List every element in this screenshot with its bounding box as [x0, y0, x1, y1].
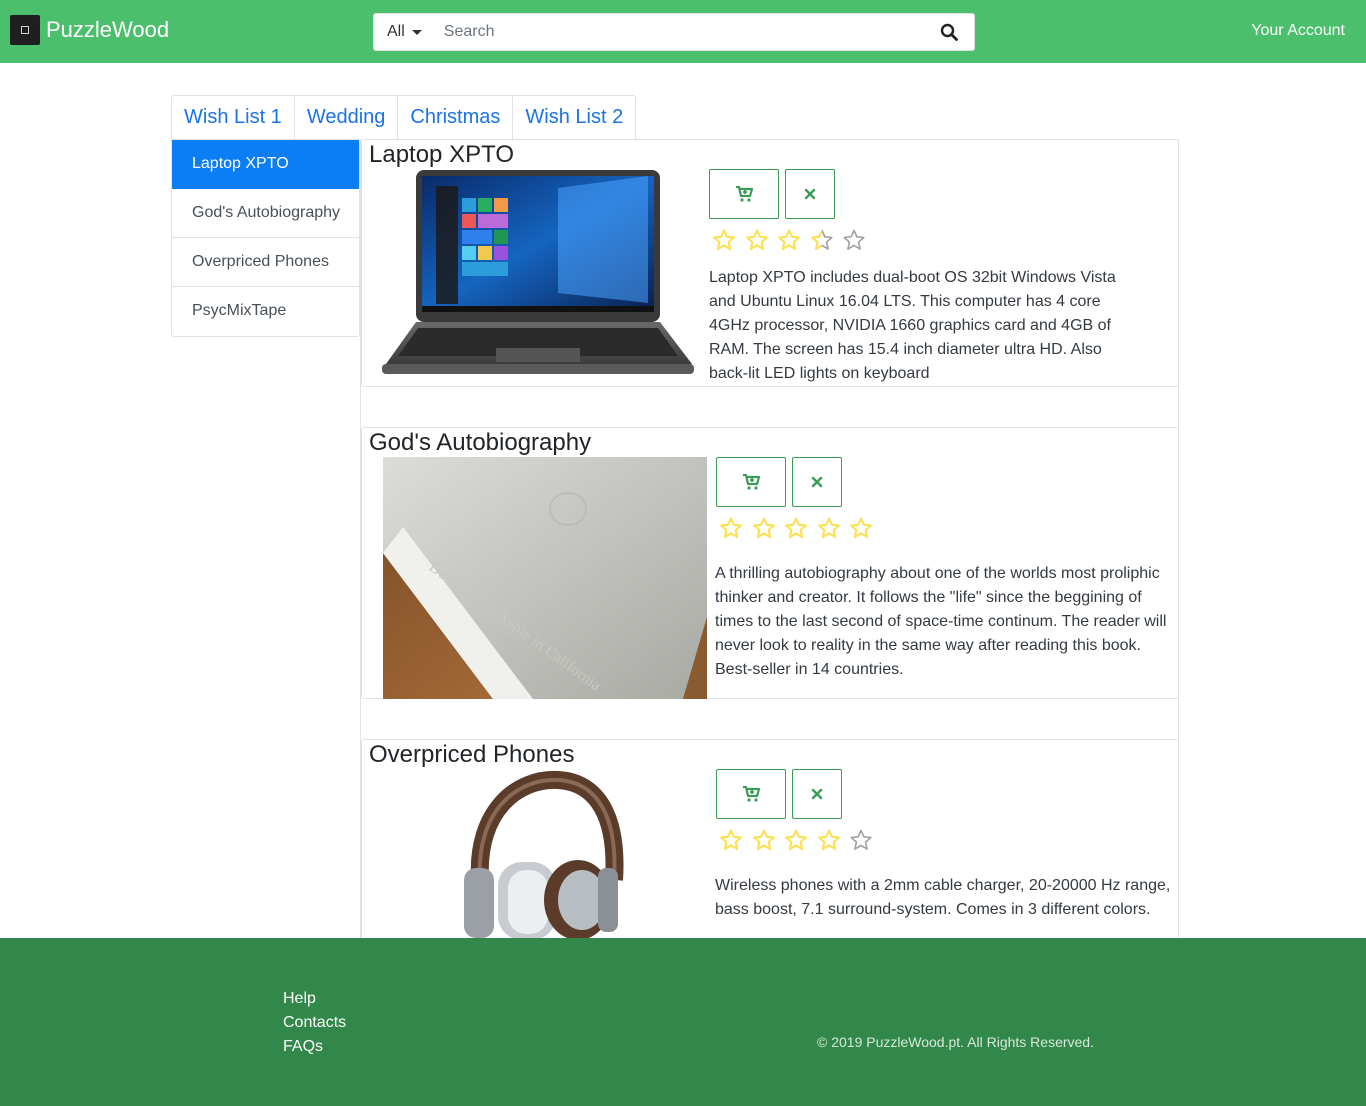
sidebar-list: Laptop XPTO God's Autobiography Overpric…	[171, 139, 360, 337]
laptop-image	[382, 170, 694, 374]
star-empty-icon	[843, 229, 865, 250]
sidebar-item-psycmixtape[interactable]: PsycMixTape	[172, 287, 359, 336]
close-icon	[811, 788, 823, 800]
star-filled-icon	[850, 517, 872, 538]
star-rating	[713, 229, 876, 251]
tab-christmas[interactable]: Christmas	[397, 95, 514, 139]
star-filled-icon	[785, 517, 807, 538]
product-description: Wireless phones with a 2mm cable charger…	[715, 877, 1171, 918]
footer-links: Help Contacts FAQs	[283, 987, 346, 1059]
navbar: PuzzleWood All Your Account	[0, 0, 1366, 63]
product-card: Overpriced Phones Wireless phones with a…	[361, 739, 1178, 939]
your-account-link[interactable]: Your Account	[1251, 22, 1345, 40]
search-bar: All	[373, 13, 975, 51]
remove-item-button[interactable]	[785, 169, 835, 219]
cart-icon	[743, 474, 760, 490]
star-filled-icon	[720, 829, 742, 850]
footer-link-help[interactable]: Help	[283, 987, 346, 1011]
product-list: Laptop XPTO Laptop XPTO includes dual-bo…	[360, 139, 1179, 939]
add-to-cart-button[interactable]	[716, 769, 786, 819]
star-empty-icon	[850, 829, 872, 850]
product-title: Overpriced Phones	[369, 741, 575, 768]
brand-name: PuzzleWood	[46, 17, 170, 42]
product-card: Laptop XPTO Laptop XPTO includes dual-bo…	[361, 139, 1178, 387]
star-filled-icon	[720, 517, 742, 538]
tab-wish-list-2[interactable]: Wish List 2	[512, 95, 637, 139]
search-button[interactable]	[924, 14, 974, 50]
star-filled-icon	[817, 517, 840, 538]
star-filled-icon	[785, 829, 807, 850]
product-description: A thrilling autobiography about one of t…	[715, 565, 1167, 678]
copyright-text: © 2019 PuzzleWood.pt. All Rights Reserve…	[817, 1034, 1094, 1050]
search-input[interactable]	[431, 14, 924, 50]
star-filled-icon	[817, 829, 840, 850]
cart-icon	[743, 786, 760, 802]
sidebar-item-laptop-xpto[interactable]: Laptop XPTO	[172, 140, 359, 189]
search-category-dropdown[interactable]: All	[374, 14, 432, 50]
book-image: Designed by Apple in California	[383, 457, 707, 699]
footer-link-faqs[interactable]: FAQs	[283, 1035, 346, 1059]
footer-link-contacts[interactable]: Contacts	[283, 1011, 346, 1035]
sidebar-item-gods-autobiography[interactable]: God's Autobiography	[172, 189, 359, 238]
star-filled-icon	[752, 829, 775, 850]
caret-down-icon	[411, 30, 422, 35]
star-filled-icon	[745, 229, 768, 250]
remove-item-button[interactable]	[792, 769, 842, 819]
search-category-label: All	[387, 23, 405, 40]
add-to-cart-button[interactable]	[716, 457, 786, 507]
footer: Help Contacts FAQs © 2019 PuzzleWood.pt.…	[0, 938, 1366, 1106]
add-to-cart-button[interactable]	[709, 169, 779, 219]
cart-icon	[736, 186, 753, 202]
star-filled-icon	[752, 517, 775, 538]
brand-logo-icon	[10, 15, 40, 45]
tab-wish-list-1[interactable]: Wish List 1	[171, 95, 295, 139]
brand-link[interactable]: PuzzleWood	[10, 15, 169, 45]
star-filled-icon	[713, 229, 735, 250]
product-title: God's Autobiography	[369, 429, 592, 456]
remove-item-button[interactable]	[792, 457, 842, 507]
close-icon	[811, 476, 823, 488]
star-filled-icon	[778, 229, 800, 250]
headphones-image	[464, 770, 624, 939]
tab-wedding[interactable]: Wedding	[293, 95, 399, 139]
star-rating	[720, 829, 883, 851]
star-half-icon	[810, 229, 833, 250]
product-description: Laptop XPTO includes dual-boot OS 32bit …	[709, 269, 1116, 382]
close-icon	[804, 188, 816, 200]
sidebar-item-overpriced-phones[interactable]: Overpriced Phones	[172, 238, 359, 287]
wishlist-tabs: Wish List 1 Wedding Christmas Wish List …	[171, 95, 637, 139]
product-card: God's Autobiography Designed by Apple in…	[361, 427, 1178, 699]
star-rating	[720, 517, 883, 539]
product-title: Laptop XPTO	[369, 141, 514, 168]
search-icon	[940, 23, 958, 41]
